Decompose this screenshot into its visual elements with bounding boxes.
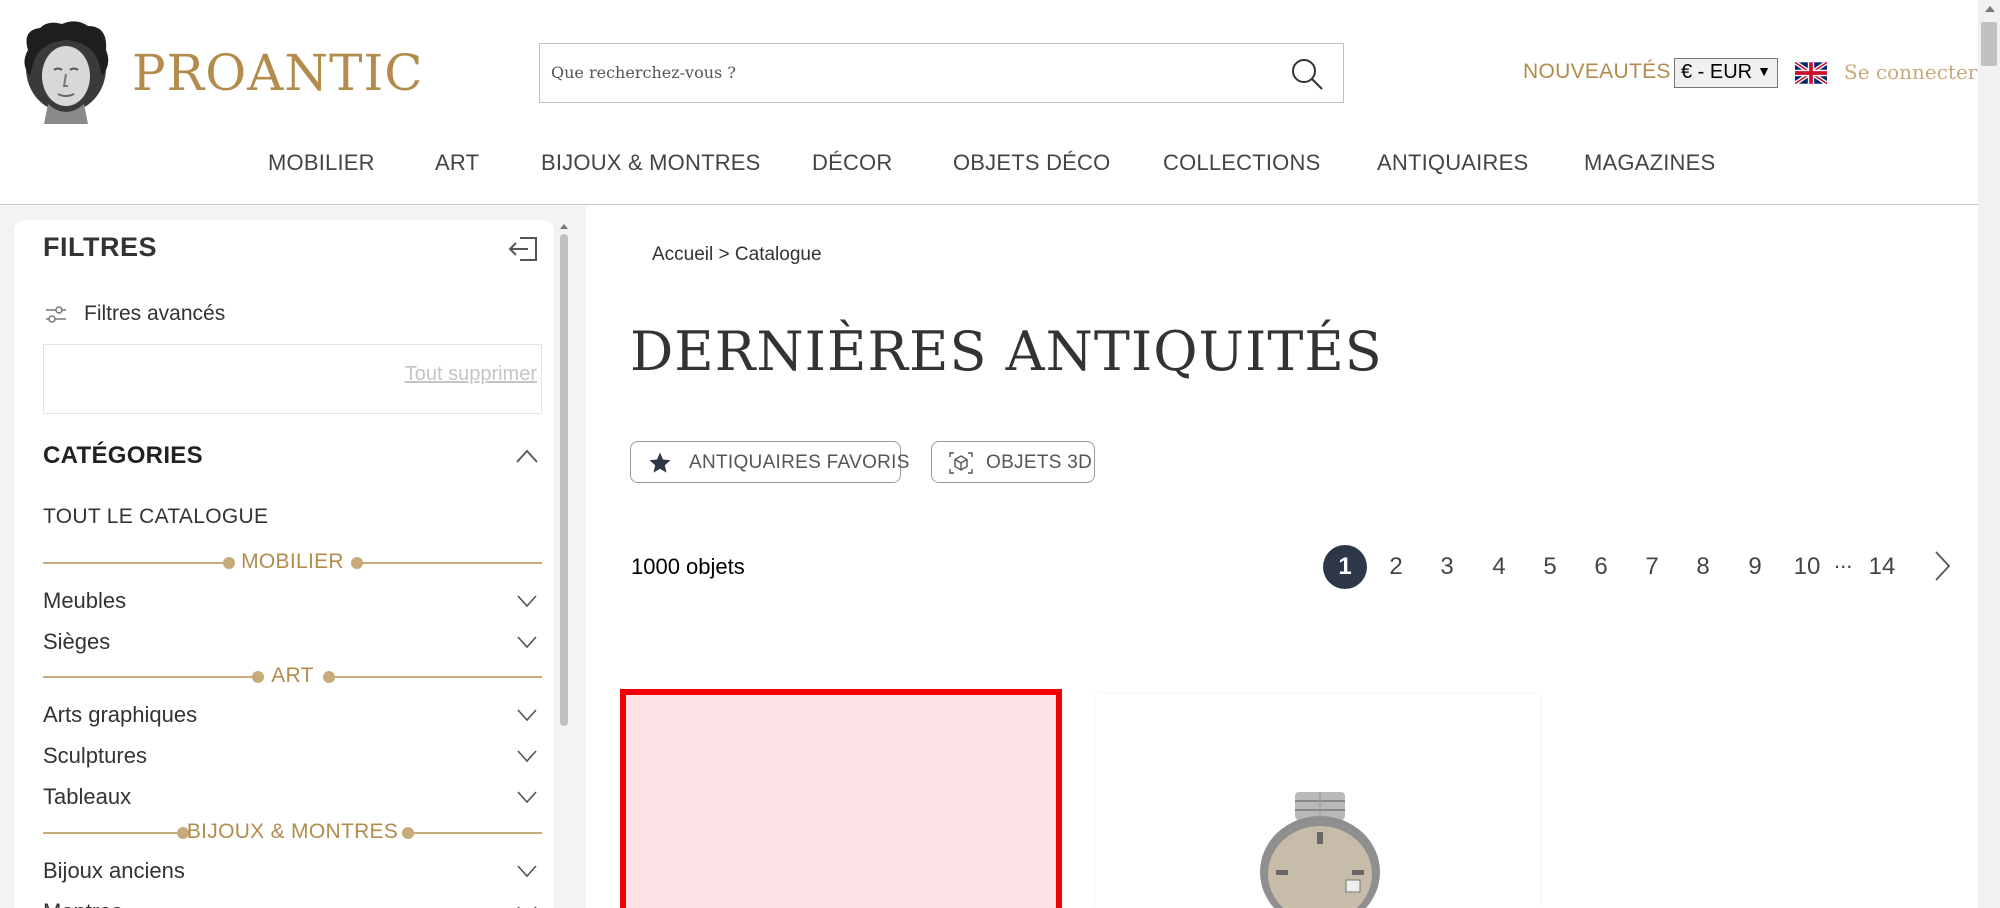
site-header: PROANTIC Que recherchez-vous ? NOUVEAUTÉ… bbox=[0, 0, 1978, 205]
pagination-page-10[interactable]: 10 bbox=[1785, 545, 1829, 589]
category-row[interactable]: Montres bbox=[43, 897, 542, 908]
section-label-art[interactable]: ART bbox=[43, 664, 542, 688]
nav-item-magazines[interactable]: MAGAZINES bbox=[1584, 150, 1715, 176]
nav-item-decor[interactable]: DÉCOR bbox=[812, 150, 892, 176]
active-filters-box: Tout supprimer bbox=[43, 344, 542, 414]
page-title: DERNIÈRES ANTIQUITÉS bbox=[630, 320, 1383, 383]
search-input[interactable]: Que recherchez-vous ? bbox=[551, 63, 736, 82]
nav-item-objets-deco[interactable]: OBJETS DÉCO bbox=[953, 150, 1110, 176]
category-row[interactable]: Bijoux anciens bbox=[43, 856, 542, 886]
favorite-dealers-button[interactable]: ANTIQUAIRES FAVORIS bbox=[630, 441, 909, 483]
category-label[interactable]: Meubles bbox=[43, 588, 126, 614]
category-row[interactable]: Tableaux bbox=[43, 782, 542, 812]
search-icon[interactable] bbox=[1289, 56, 1325, 92]
3d-objects-button[interactable]: OBJETS 3D bbox=[931, 441, 1095, 483]
product-card-highlighted[interactable] bbox=[620, 689, 1062, 908]
pagination-page-2[interactable]: 2 bbox=[1374, 545, 1418, 589]
all-catalogue-link[interactable]: TOUT LE CATALOGUE bbox=[43, 505, 268, 529]
pagination-page-3[interactable]: 3 bbox=[1425, 545, 1469, 589]
category-label[interactable]: Montres bbox=[43, 899, 122, 908]
chevron-down-icon[interactable] bbox=[516, 635, 538, 649]
favorite-dealers-label: ANTIQUAIRES FAVORIS bbox=[689, 452, 910, 473]
nav-item-bijoux-montres[interactable]: BIJOUX & MONTRES bbox=[541, 150, 761, 176]
section-separator-art: ART bbox=[43, 664, 542, 690]
watch-product-image[interactable] bbox=[1250, 792, 1390, 908]
scroll-up-icon[interactable] bbox=[1985, 6, 1995, 12]
collapse-sidebar-icon[interactable] bbox=[506, 234, 540, 264]
pagination-ellipsis: ... bbox=[1834, 548, 1853, 573]
pagination-page-1[interactable]: 1 bbox=[1323, 545, 1367, 589]
sidebar-scrollbar[interactable] bbox=[560, 234, 568, 726]
nav-item-collections[interactable]: COLLECTIONS bbox=[1163, 150, 1320, 176]
chevron-down-icon: ▼ bbox=[1757, 63, 1771, 79]
nav-item-art[interactable]: ART bbox=[435, 150, 479, 176]
categories-title: CATÉGORIES bbox=[43, 442, 203, 469]
chevron-down-icon[interactable] bbox=[516, 594, 538, 608]
pagination-page-last[interactable]: 14 bbox=[1860, 545, 1904, 589]
section-separator-mobilier: MOBILIER bbox=[43, 550, 542, 576]
login-link[interactable]: Se connecter bbox=[1844, 60, 1977, 84]
nav-item-mobilier[interactable]: MOBILIER bbox=[268, 150, 375, 176]
category-row[interactable]: Meubles bbox=[43, 586, 542, 616]
category-label[interactable]: Bijoux anciens bbox=[43, 858, 185, 884]
main-nav: MOBILIER ART BIJOUX & MONTRES DÉCOR OBJE… bbox=[0, 150, 1978, 180]
advanced-filters-icon[interactable] bbox=[45, 305, 67, 325]
category-row[interactable]: Arts graphiques bbox=[43, 700, 542, 730]
uk-flag-icon[interactable] bbox=[1795, 62, 1827, 84]
clear-all-filters-link[interactable]: Tout supprimer bbox=[405, 363, 537, 386]
nav-item-antiquaires[interactable]: ANTIQUAIRES bbox=[1377, 150, 1528, 176]
new-items-link[interactable]: NOUVEAUTÉS bbox=[1523, 60, 1671, 84]
currency-select[interactable]: € - EUR ▼ bbox=[1674, 58, 1778, 88]
category-label[interactable]: Sculptures bbox=[43, 743, 147, 769]
category-row[interactable]: Sculptures bbox=[43, 741, 542, 771]
currency-value: € - EUR bbox=[1681, 61, 1753, 83]
chevron-down-icon[interactable] bbox=[516, 749, 538, 763]
section-label-mobilier[interactable]: MOBILIER bbox=[43, 550, 542, 574]
search-bar[interactable]: Que recherchez-vous ? bbox=[539, 43, 1344, 103]
category-label[interactable]: Arts graphiques bbox=[43, 702, 197, 728]
pagination-page-4[interactable]: 4 bbox=[1477, 545, 1521, 589]
chevron-right-icon[interactable] bbox=[1932, 549, 1952, 583]
filters-title: FILTRES bbox=[43, 232, 157, 262]
pagination-page-6[interactable]: 6 bbox=[1579, 545, 1623, 589]
chevron-down-icon[interactable] bbox=[516, 708, 538, 722]
chevron-down-icon[interactable] bbox=[516, 864, 538, 878]
pagination-page-8[interactable]: 8 bbox=[1681, 545, 1725, 589]
category-row[interactable]: Sièges bbox=[43, 627, 542, 657]
page-scrollbar-thumb[interactable] bbox=[1981, 22, 1997, 66]
logo-bust-icon[interactable] bbox=[18, 20, 114, 124]
pagination-page-7[interactable]: 7 bbox=[1630, 545, 1674, 589]
breadcrumb[interactable]: Accueil > Catalogue bbox=[652, 244, 822, 266]
sidebar-scroll-up-icon[interactable] bbox=[560, 224, 568, 229]
cube-3d-icon bbox=[949, 452, 973, 474]
advanced-filters-button[interactable]: Filtres avancés bbox=[84, 302, 225, 326]
star-icon bbox=[649, 452, 671, 473]
section-separator-bijoux-montres: BIJOUX & MONTRES bbox=[43, 820, 542, 846]
results-count: 1000 objets bbox=[631, 554, 745, 579]
page-scrollbar-track[interactable] bbox=[1978, 0, 2000, 908]
pagination-page-5[interactable]: 5 bbox=[1528, 545, 1572, 589]
chevron-down-icon[interactable] bbox=[516, 790, 538, 804]
pagination-page-9[interactable]: 9 bbox=[1733, 545, 1777, 589]
category-label[interactable]: Sièges bbox=[43, 629, 110, 655]
section-label-bijoux-montres[interactable]: BIJOUX & MONTRES bbox=[43, 820, 542, 844]
logo-text[interactable]: PROANTIC bbox=[132, 44, 424, 102]
chevron-up-icon[interactable] bbox=[515, 448, 539, 464]
3d-objects-label: OBJETS 3D bbox=[986, 452, 1093, 473]
category-label[interactable]: Tableaux bbox=[43, 784, 131, 810]
